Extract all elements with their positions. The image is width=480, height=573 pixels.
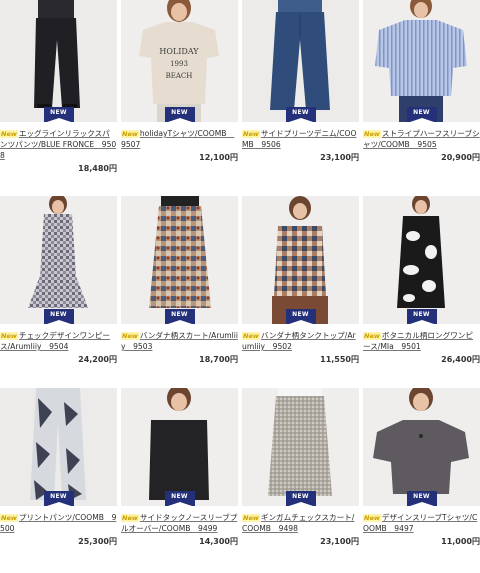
new-badge: NEW — [285, 309, 316, 324]
product-card[interactable]: NEW New チェックデザインワンピース/Arumliiy 9504 24,20… — [0, 196, 117, 365]
product-title[interactable]: New ストライプハーフスリーブシャツ/COOMB 9505 — [363, 128, 480, 150]
product-price: 24,200円 — [78, 355, 117, 364]
product-card[interactable]: NEW New ボタニカル柄ロングワンピース/MIa 9501 26,400円 — [363, 196, 480, 365]
product-image[interactable]: NEW — [0, 388, 117, 506]
product-card[interactable]: NEW New ギンガムチェックスカート/COOMB 9498 23,100円 — [242, 388, 359, 547]
svg-text:HOLIDAY: HOLIDAY — [159, 47, 199, 56]
product-title[interactable]: New デザインスリーブTシャツ/COOMB 9497 — [363, 512, 480, 534]
product-title[interactable]: New サイドプリーツデニム/COOMB 9506 — [242, 128, 359, 150]
product-title[interactable]: New エッグラインリラックスパンツパンツ/BLUE FRONCE 9508 — [0, 128, 117, 161]
product-card[interactable]: NEW New ストライプハーフスリーブシャツ/COOMB 9505 20,900… — [363, 0, 480, 163]
product-title[interactable]: New バンダナ柄タンクトップ/Arumliiy 9502 — [242, 330, 359, 352]
product-image[interactable]: NEW — [0, 196, 117, 324]
product-price: 23,100円 — [320, 537, 359, 546]
product-title[interactable]: New ボタニカル柄ロングワンピース/MIa 9501 — [363, 330, 480, 352]
new-icon: New — [121, 514, 139, 522]
new-icon: New — [363, 514, 381, 522]
new-icon: New — [0, 130, 18, 138]
product-image[interactable]: NEW — [242, 388, 359, 506]
product-price: 11,000円 — [441, 537, 480, 546]
new-badge: NEW — [43, 309, 74, 324]
new-badge: NEW — [406, 309, 437, 324]
product-title[interactable]: New プリントパンツ/COOMB 9500 — [0, 512, 117, 534]
product-image[interactable]: NEW — [0, 0, 117, 122]
new-icon: New — [242, 514, 260, 522]
new-icon: New — [0, 514, 18, 522]
svg-text:1993: 1993 — [170, 60, 188, 68]
new-icon: New — [242, 130, 260, 138]
product-card[interactable]: NEW New プリントパンツ/COOMB 9500 25,300円 — [0, 388, 117, 547]
new-badge: NEW — [164, 309, 195, 324]
product-title[interactable]: New チェックデザインワンピース/Arumliiy 9504 — [0, 330, 117, 352]
new-badge: NEW — [164, 107, 195, 122]
product-price: 25,300円 — [78, 537, 117, 546]
new-badge: NEW — [164, 491, 195, 506]
product-image[interactable]: HOLIDAY 1993 BEACH NEW — [121, 0, 238, 122]
product-card[interactable]: NEW New バンダナ柄スカート/Arumliiy 9503 18,700円 — [121, 196, 238, 365]
new-badge: NEW — [285, 107, 316, 122]
product-price: 26,400円 — [441, 355, 480, 364]
new-icon: New — [363, 130, 381, 138]
new-badge: NEW — [43, 491, 74, 506]
product-price: 11,550円 — [320, 355, 359, 364]
product-card[interactable]: NEW New デザインスリーブTシャツ/COOMB 9497 11,000円 — [363, 388, 480, 547]
new-badge: NEW — [43, 107, 74, 122]
product-image[interactable]: NEW — [242, 196, 359, 324]
product-image[interactable]: NEW — [121, 388, 238, 506]
product-price: 20,900円 — [441, 153, 480, 162]
new-icon: New — [363, 332, 381, 340]
product-title[interactable]: New holidayTシャツ/COOMB 9507 — [121, 128, 238, 150]
product-card[interactable]: NEW New サイドタックノースリーブプルオーバー/COOMB 9499 14,… — [121, 388, 238, 547]
new-icon: New — [121, 332, 139, 340]
product-price: 18,700円 — [199, 355, 238, 364]
product-image[interactable]: NEW — [363, 388, 480, 506]
new-icon: New — [121, 130, 139, 138]
product-card[interactable]: NEW New サイドプリーツデニム/COOMB 9506 23,100円 — [242, 0, 359, 163]
svg-text:BEACH: BEACH — [166, 72, 193, 80]
product-price: 14,300円 — [199, 537, 238, 546]
product-price: 23,100円 — [320, 153, 359, 162]
product-image[interactable]: NEW — [363, 196, 480, 324]
product-image[interactable]: NEW — [363, 0, 480, 122]
new-icon: New — [242, 332, 260, 340]
product-price: 18,480円 — [78, 164, 117, 173]
new-badge: NEW — [285, 491, 316, 506]
product-image[interactable]: NEW — [121, 196, 238, 324]
new-icon: New — [0, 332, 18, 340]
product-card[interactable]: NEW New エッグラインリラックスパンツパンツ/BLUE FRONCE 950… — [0, 0, 117, 174]
product-card[interactable]: NEW New バンダナ柄タンクトップ/Arumliiy 9502 11,550円 — [242, 196, 359, 365]
new-badge: NEW — [406, 491, 437, 506]
new-badge: NEW — [406, 107, 437, 122]
product-title[interactable]: New ギンガムチェックスカート/COOMB 9498 — [242, 512, 359, 534]
product-price: 12,100円 — [199, 153, 238, 162]
product-grid: NEW New エッグラインリラックスパンツパンツ/BLUE FRONCE 950… — [0, 0, 480, 573]
product-image[interactable]: NEW — [242, 0, 359, 122]
product-title[interactable]: New サイドタックノースリーブプルオーバー/COOMB 9499 — [121, 512, 238, 534]
product-title[interactable]: New バンダナ柄スカート/Arumliiy 9503 — [121, 330, 238, 352]
product-card[interactable]: HOLIDAY 1993 BEACH NEW New holidayTシャツ/CO… — [121, 0, 238, 163]
